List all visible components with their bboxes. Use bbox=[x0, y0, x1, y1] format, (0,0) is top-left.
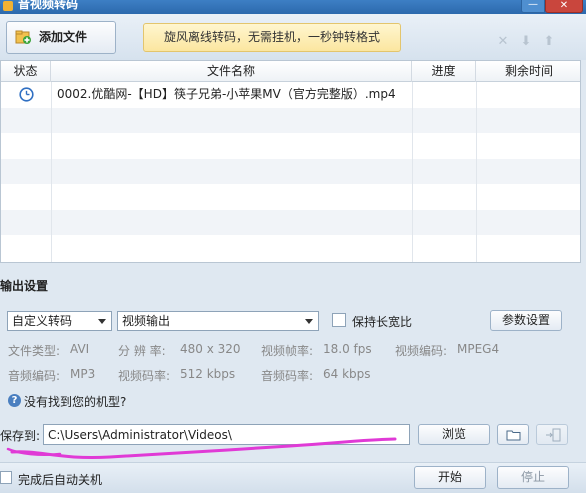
export-button[interactable] bbox=[536, 424, 568, 445]
column-header-status[interactable]: 状态 bbox=[1, 61, 51, 82]
save-path-input[interactable] bbox=[43, 424, 410, 445]
app-icon bbox=[3, 1, 13, 11]
auto-shutdown-checkbox[interactable] bbox=[0, 471, 12, 484]
export-icon bbox=[546, 428, 561, 442]
column-header-remaining[interactable]: 剩余时间 bbox=[476, 61, 580, 82]
close-button[interactable]: ✕ bbox=[545, 0, 583, 13]
output-mode-value: 视频输出 bbox=[122, 314, 171, 328]
video-bitrate-value: 512 kbps bbox=[180, 367, 236, 381]
video-codec-label: 视频编码: bbox=[395, 344, 448, 358]
remove-icon[interactable]: ✕ bbox=[496, 35, 510, 49]
stop-button[interactable]: 停止 bbox=[497, 466, 569, 489]
table-row bbox=[1, 235, 580, 261]
device-not-found-link[interactable]: 没有找到您的机型? bbox=[24, 393, 126, 410]
column-header-filename[interactable]: 文件名称 bbox=[51, 61, 412, 82]
window-title: 音视频转码 bbox=[18, 0, 79, 11]
table-row bbox=[1, 133, 580, 159]
preset-select[interactable]: 自定义转码 bbox=[7, 311, 112, 331]
audio-bitrate-label: 音频码率: bbox=[261, 369, 314, 383]
preset-select-value: 自定义转码 bbox=[12, 314, 73, 328]
start-button[interactable]: 开始 bbox=[414, 466, 486, 489]
video-codec-value: MPEG4 bbox=[457, 342, 500, 356]
chevron-down-icon bbox=[98, 319, 106, 324]
keep-aspect-checkbox[interactable] bbox=[332, 313, 346, 327]
chevron-down-icon bbox=[305, 319, 313, 324]
column-divider bbox=[412, 82, 413, 262]
move-up-icon[interactable]: ⬆ bbox=[542, 35, 556, 49]
auto-shutdown-label: 完成后自动关机 bbox=[18, 473, 103, 487]
audio-codec-label: 音频编码: bbox=[8, 369, 61, 383]
table-row bbox=[1, 209, 580, 235]
output-settings-title: 输出设置 bbox=[0, 279, 49, 293]
minimize-icon: — bbox=[528, 0, 538, 10]
column-header-progress[interactable]: 进度 bbox=[412, 61, 476, 82]
help-icon: ? bbox=[8, 394, 21, 407]
table-header: 状态 文件名称 进度 剩余时间 bbox=[1, 61, 580, 82]
keep-aspect-label: 保持长宽比 bbox=[352, 315, 413, 329]
audio-codec-value: MP3 bbox=[70, 367, 96, 381]
video-bitrate-label: 视频码率: bbox=[118, 369, 171, 383]
column-divider bbox=[51, 82, 52, 262]
save-to-label: 保存到: bbox=[0, 429, 41, 443]
folder-icon bbox=[506, 430, 521, 441]
open-folder-button[interactable] bbox=[497, 424, 529, 445]
table-row bbox=[1, 107, 580, 133]
table-row[interactable]: 0002.优酷网-【HD】筷子兄弟-小苹果MV（官方完整版）.mp4 bbox=[1, 82, 580, 108]
column-divider bbox=[476, 82, 477, 262]
title-bar: 音视频转码 — ✕ bbox=[0, 0, 586, 14]
clock-icon bbox=[19, 87, 34, 102]
add-file-icon bbox=[15, 30, 31, 44]
progress-cell bbox=[413, 82, 475, 107]
output-mode-select[interactable]: 视频输出 bbox=[117, 311, 319, 331]
file-list-table[interactable]: 状态 文件名称 进度 剩余时间 0002.优酷网-【HD】筷子兄弟-小苹果MV（… bbox=[0, 60, 581, 263]
parameter-settings-button[interactable]: 参数设置 bbox=[490, 310, 562, 331]
table-row bbox=[1, 158, 580, 184]
close-icon: ✕ bbox=[559, 0, 569, 11]
promo-text: 旋风离线转码，无需挂机，一秒钟转格式 bbox=[163, 30, 380, 44]
file-type-value: AVI bbox=[70, 342, 90, 356]
toolbar: 添加文件 旋风离线转码，无需挂机，一秒钟转格式 ✕ ⬇ ⬆ bbox=[0, 14, 586, 60]
browse-button[interactable]: 浏览 bbox=[418, 424, 490, 445]
file-name-cell: 0002.优酷网-【HD】筷子兄弟-小苹果MV（官方完整版）.mp4 bbox=[57, 87, 396, 101]
frame-rate-label: 视频帧率: bbox=[261, 344, 314, 358]
add-file-button[interactable]: 添加文件 bbox=[6, 21, 116, 54]
audio-bitrate-value: 64 kbps bbox=[323, 367, 371, 381]
add-file-label: 添加文件 bbox=[39, 30, 88, 44]
file-type-label: 文件类型: bbox=[8, 344, 61, 358]
resolution-label: 分 辨 率: bbox=[118, 344, 166, 358]
resolution-value: 480 x 320 bbox=[180, 342, 241, 356]
table-row bbox=[1, 184, 580, 210]
remaining-cell bbox=[477, 82, 580, 107]
minimize-button[interactable]: — bbox=[521, 0, 545, 13]
frame-rate-value: 18.0 fps bbox=[323, 342, 372, 356]
promo-banner[interactable]: 旋风离线转码，无需挂机，一秒钟转格式 bbox=[143, 23, 401, 52]
move-down-icon[interactable]: ⬇ bbox=[519, 35, 533, 49]
